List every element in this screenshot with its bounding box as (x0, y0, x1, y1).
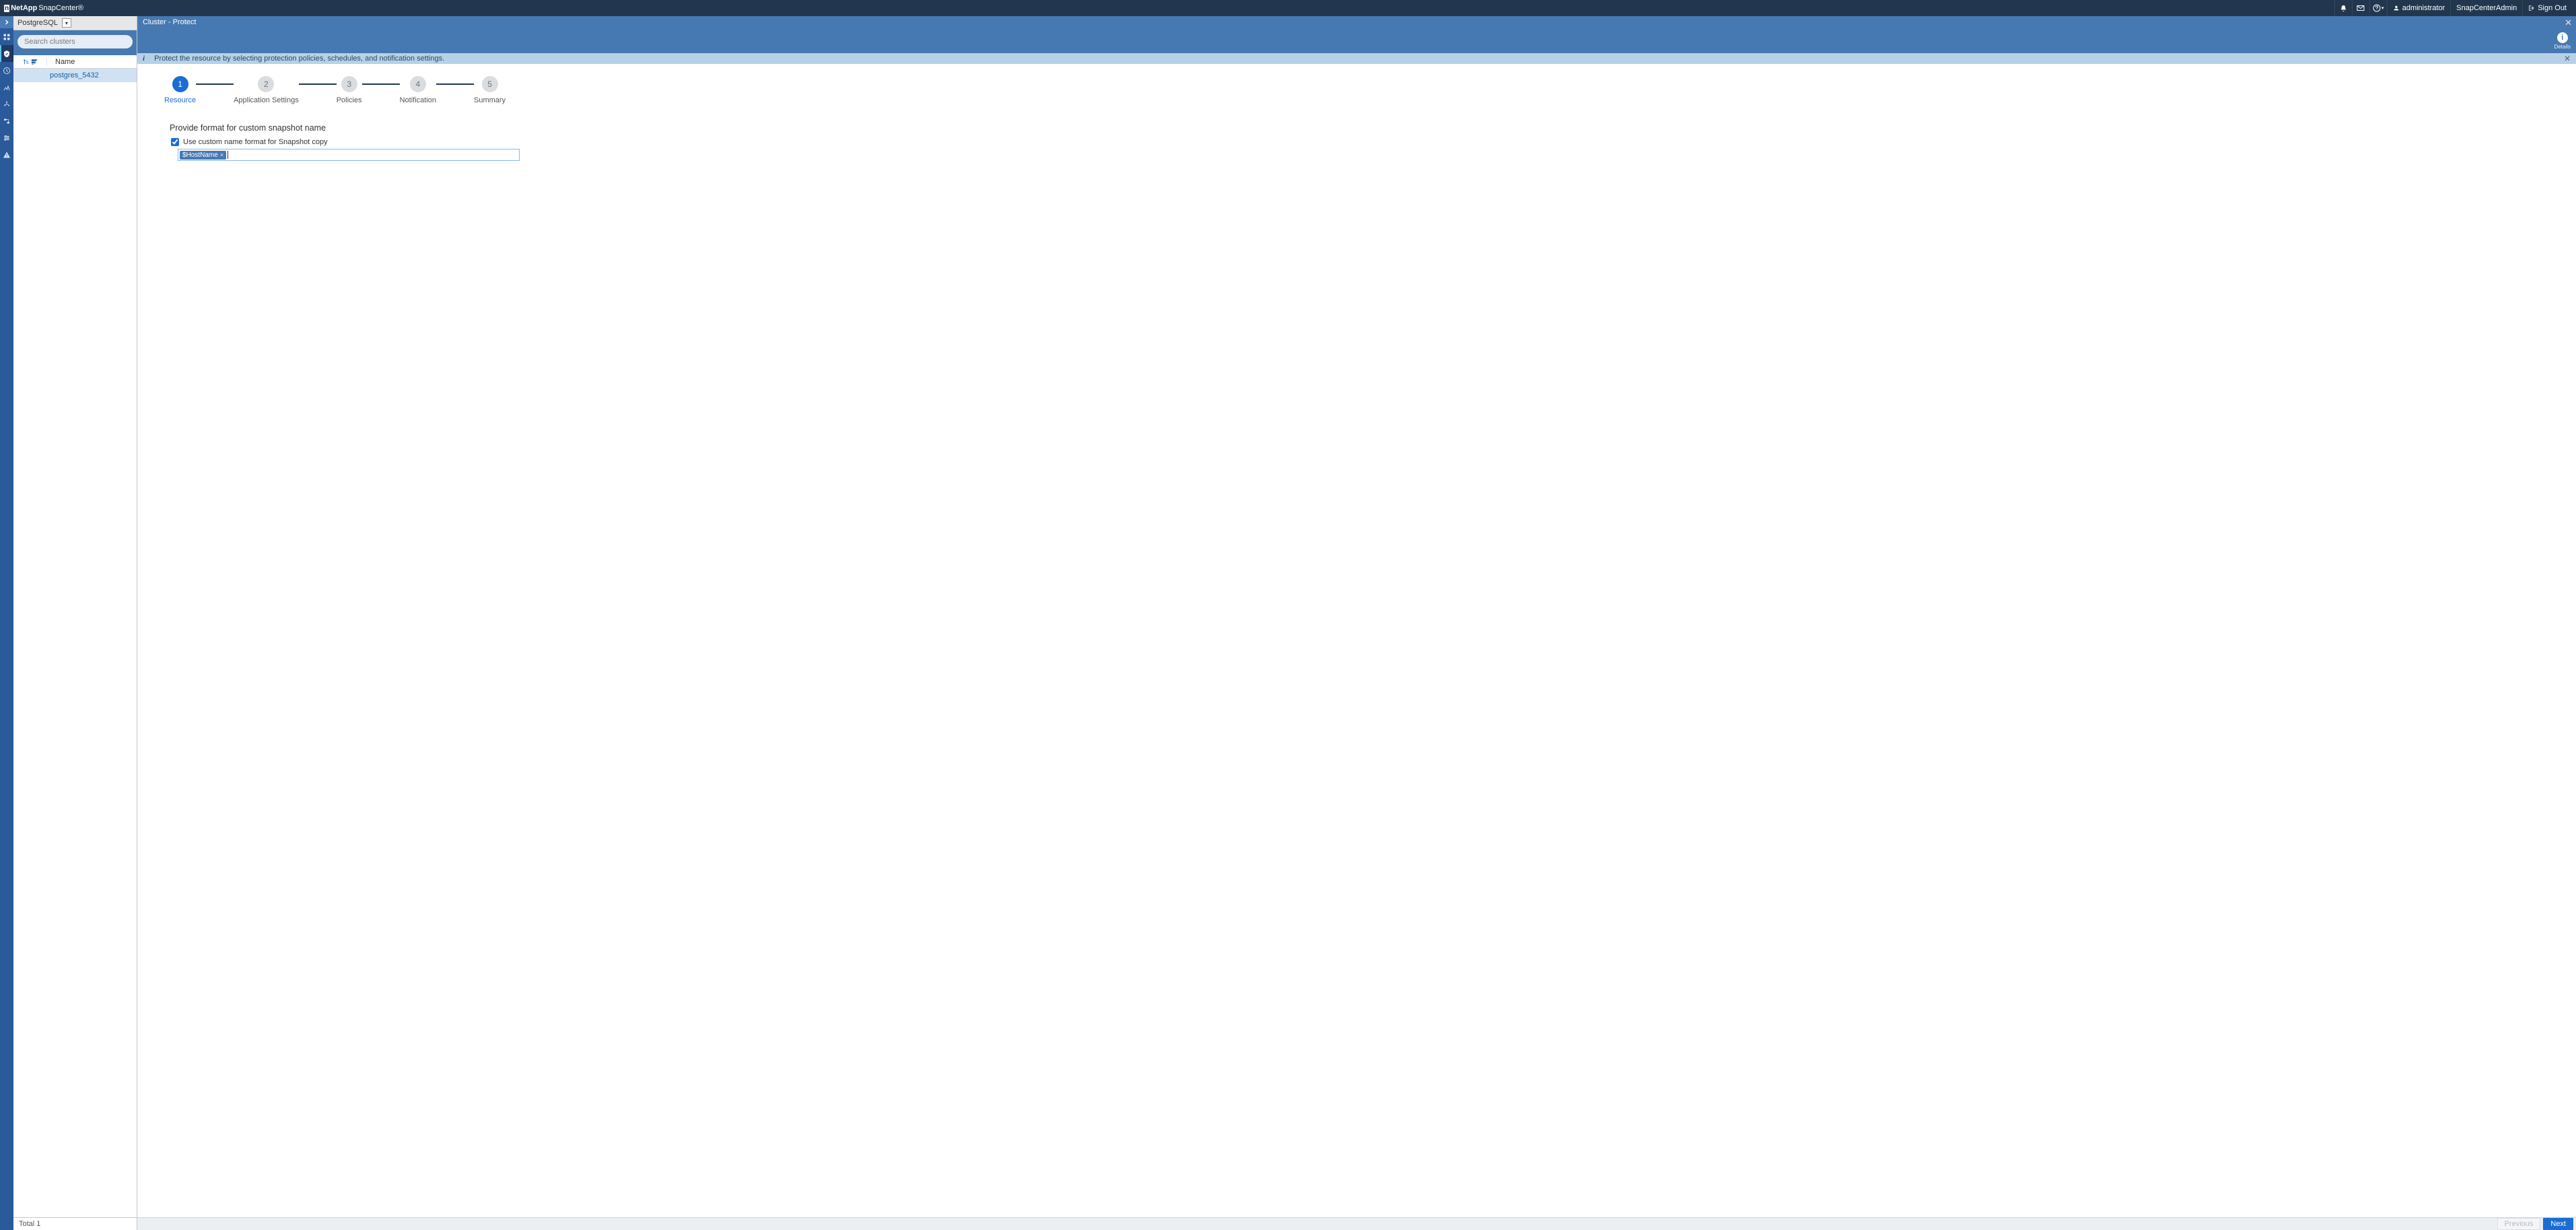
plugin-selector-row: PostgreSQL ▾ (13, 16, 137, 30)
step-notification[interactable]: 4 Notification (400, 76, 436, 104)
info-text: Protect the resource by selecting protec… (154, 55, 444, 63)
info-close-icon[interactable]: ✕ (2564, 54, 2571, 63)
tag-text: $HostName (182, 151, 218, 159)
step-number: 2 (258, 76, 274, 92)
rail-alerts-icon[interactable] (0, 146, 13, 163)
admin-link[interactable]: SnapCenterAdmin (2450, 0, 2522, 16)
list-header: Name (13, 55, 137, 69)
step-app-settings[interactable]: 2 Application Settings (234, 76, 299, 104)
hostname-tag[interactable]: $HostName × (180, 151, 226, 160)
app-name: SnapCenter® (38, 4, 83, 12)
notifications-icon[interactable] (2334, 0, 2352, 16)
brand-word: NetApp (11, 4, 37, 12)
step-label: Notification (400, 96, 436, 104)
step-label: Application Settings (234, 96, 299, 104)
rail-monitor-icon[interactable] (0, 62, 13, 79)
search-wrap (13, 30, 137, 55)
custom-name-checkbox[interactable] (171, 138, 179, 146)
details-button[interactable]: i Details (2554, 32, 2571, 50)
next-button[interactable]: Next (2543, 1218, 2573, 1230)
user-label: administrator (2402, 4, 2445, 12)
step-summary[interactable]: 5 Summary (474, 76, 506, 104)
wizard-content: 1 Resource 2 Application Settings 3 Poli… (137, 64, 2576, 1217)
info-icon: i (2557, 32, 2568, 43)
previous-button: Previous (2497, 1218, 2541, 1230)
column-name[interactable]: Name (47, 58, 75, 66)
wizard-footer: Previous Next (137, 1217, 2576, 1230)
brand-logo: n NetApp SnapCenter® (4, 4, 83, 12)
resource-panel: PostgreSQL ▾ Name postgres_5432 Total 1 (13, 16, 137, 1230)
breadcrumb-bar: Cluster - Protect ✕ i Details (137, 16, 2576, 53)
snapshot-name-form: Provide format for custom snapshot name … (137, 104, 541, 161)
step-number: 5 (482, 76, 498, 92)
rail-storage-icon[interactable] (0, 112, 13, 129)
rail-dashboard-icon[interactable] (0, 28, 13, 45)
rail-hosts-icon[interactable] (0, 96, 13, 112)
nav-rail (0, 16, 13, 1230)
step-label: Resource (164, 96, 196, 104)
custom-name-label: Use custom name format for Snapshot copy (183, 138, 328, 146)
step-connector (196, 83, 234, 85)
info-icon-small: i (143, 55, 145, 63)
rail-resources-icon[interactable] (0, 45, 13, 62)
signout-label: Sign Out (2538, 4, 2567, 12)
admin-label: SnapCenterAdmin (2456, 4, 2517, 12)
help-icon[interactable]: ▾ (2369, 0, 2387, 16)
step-label: Summary (474, 96, 506, 104)
rail-expand-icon[interactable] (0, 16, 13, 28)
rail-settings-icon[interactable] (0, 129, 13, 146)
brand-mark: n (4, 5, 9, 12)
resource-name[interactable]: postgres_5432 (47, 71, 99, 79)
snapshot-name-input[interactable]: $HostName × (178, 149, 520, 161)
resource-footer: Total 1 (13, 1217, 137, 1230)
step-number: 1 (172, 76, 188, 92)
details-label: Details (2554, 44, 2571, 50)
rail-reports-icon[interactable] (0, 79, 13, 96)
plugin-dropdown-icon[interactable]: ▾ (62, 18, 71, 28)
step-connector (362, 83, 400, 85)
form-title: Provide format for custom snapshot name (170, 123, 541, 133)
step-connector (436, 83, 474, 85)
close-icon[interactable]: ✕ (2565, 18, 2572, 28)
tag-remove-icon[interactable]: × (220, 151, 223, 158)
wizard-steps: 1 Resource 2 Application Settings 3 Poli… (137, 76, 2576, 104)
list-item[interactable]: postgres_5432 (13, 69, 137, 82)
signout-link[interactable]: Sign Out (2522, 0, 2572, 16)
user-menu[interactable]: administrator (2387, 0, 2451, 16)
main-area: Cluster - Protect ✕ i Details i Protect … (137, 16, 2576, 1230)
total-count: Total 1 (19, 1220, 40, 1228)
search-input[interactable] (18, 35, 133, 48)
sort-control[interactable] (13, 59, 47, 65)
step-label: Policies (337, 96, 362, 104)
mail-icon[interactable] (2352, 0, 2369, 16)
info-bar: i Protect the resource by selecting prot… (137, 53, 2576, 64)
top-header: n NetApp SnapCenter® ▾ administrator Sna… (0, 0, 2576, 16)
step-resource[interactable]: 1 Resource (164, 76, 196, 104)
step-policies[interactable]: 3 Policies (337, 76, 362, 104)
step-number: 3 (341, 76, 357, 92)
resource-list: postgres_5432 (13, 69, 137, 1217)
step-number: 4 (410, 76, 426, 92)
plugin-label: PostgreSQL (18, 19, 58, 27)
breadcrumb: Cluster - Protect (143, 18, 196, 26)
top-right-controls: ▾ administrator SnapCenterAdmin Sign Out (2334, 0, 2572, 16)
step-connector (299, 83, 337, 85)
